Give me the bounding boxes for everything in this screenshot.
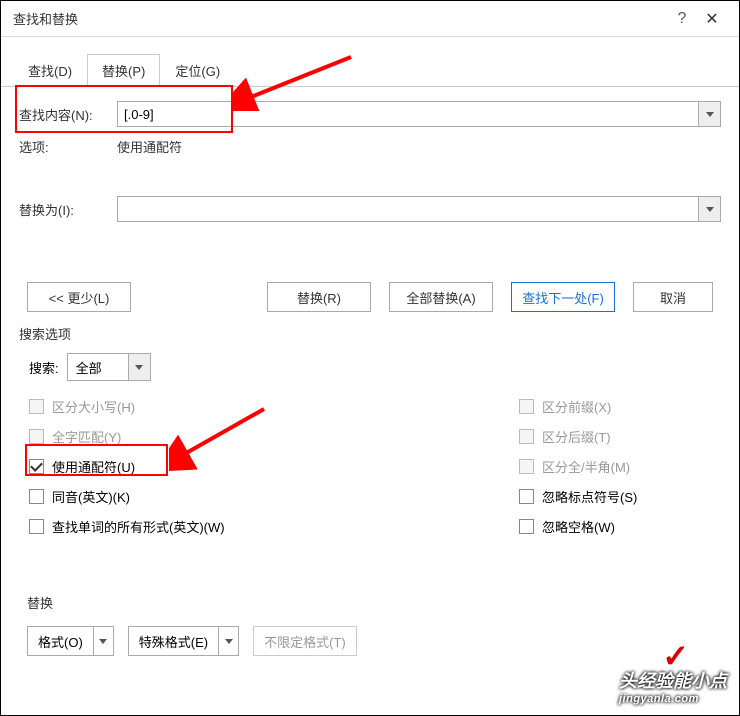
check-ignore-spaces[interactable]: 忽略空格(W): [519, 511, 721, 541]
check-label: 查找单词的所有形式(英文)(W): [52, 517, 225, 536]
checkbox-column-right: 区分前缀(X) 区分后缀(T) 区分全/半角(M) 忽略标点符号(S) 忽略空格…: [519, 391, 721, 541]
check-ignore-punctuation[interactable]: 忽略标点符号(S): [519, 481, 721, 511]
watermark-main: 头经验能小点: [619, 671, 727, 691]
format-label: 格式(O): [28, 632, 93, 651]
check-whole-word: 全字匹配(Y): [29, 421, 519, 451]
search-options-section: 搜索选项 搜索: 全部 区分大小写(H) 全字匹配(Y): [19, 324, 721, 541]
check-label: 同音(英文)(K): [52, 487, 130, 506]
no-format-label: 不限定格式(T): [254, 632, 356, 651]
find-label: 查找内容(N):: [19, 105, 117, 124]
find-row: 查找内容(N): [.0-9]: [19, 101, 721, 127]
search-direction-dropdown[interactable]: [128, 354, 150, 380]
special-label: 特殊格式(E): [129, 632, 218, 651]
search-direction-value: 全部: [68, 358, 128, 377]
checkbox-icon: [29, 429, 44, 444]
check-full-half-width: 区分全/半角(M): [519, 451, 721, 481]
close-icon[interactable]: ✕: [697, 9, 727, 29]
checkbox-icon: [519, 399, 534, 414]
main-panel: 查找内容(N): [.0-9] 选项: 使用通配符 替换为(I): << 更少(…: [1, 87, 739, 670]
button-row: << 更少(L) 替换(R) 全部替换(A) 查找下一处(F) 取消: [19, 282, 721, 312]
search-options-title: 搜索选项: [19, 324, 721, 343]
check-word-forms[interactable]: 查找单词的所有形式(英文)(W): [29, 511, 519, 541]
options-value: 使用通配符: [117, 137, 182, 156]
replace-label: 替换为(I):: [19, 200, 117, 219]
no-format-button: 不限定格式(T): [253, 626, 357, 656]
cancel-button[interactable]: 取消: [633, 282, 713, 312]
find-dropdown-button[interactable]: [698, 102, 720, 126]
replace-dropdown-button[interactable]: [698, 197, 720, 221]
checkbox-icon[interactable]: [519, 489, 534, 504]
check-label: 区分前缀(X): [542, 397, 611, 416]
check-label: 区分大小写(H): [52, 397, 135, 416]
check-label: 使用通配符(U): [52, 457, 135, 476]
titlebar: 查找和替换 ? ✕: [1, 1, 739, 37]
replace-section-title: 替换: [27, 593, 713, 612]
format-button[interactable]: 格式(O): [27, 626, 114, 656]
checkbox-icon: [519, 429, 534, 444]
check-suffix: 区分后缀(T): [519, 421, 721, 451]
watermark: 头经验能小点 jingyanla.com: [619, 667, 727, 705]
tab-replace[interactable]: 替换(P): [87, 54, 160, 87]
options-row: 选项: 使用通配符: [19, 137, 721, 156]
check-label: 忽略标点符号(S): [542, 487, 637, 506]
checkbox-icon[interactable]: [519, 519, 534, 534]
check-label: 全字匹配(Y): [52, 427, 121, 446]
options-label: 选项:: [19, 137, 117, 156]
search-direction-row: 搜索: 全部: [29, 353, 721, 381]
search-direction-select[interactable]: 全部: [67, 353, 151, 381]
replace-input-combo[interactable]: [117, 196, 721, 222]
replace-section: 替换 格式(O) 特殊格式(E) 不限定格式(T): [19, 593, 721, 656]
replace-row: 替换为(I):: [19, 196, 721, 222]
replace-input[interactable]: [118, 197, 698, 221]
dropdown-arrow-icon: [218, 627, 238, 655]
chevron-down-icon: [706, 207, 714, 212]
check-prefix: 区分前缀(X): [519, 391, 721, 421]
checkbox-icon: [29, 399, 44, 414]
checkbox-icon[interactable]: [29, 459, 44, 474]
tab-goto[interactable]: 定位(G): [160, 54, 235, 87]
find-input[interactable]: [.0-9]: [118, 102, 698, 126]
watermark-sub: jingyanla.com: [619, 693, 727, 705]
checkbox-icon[interactable]: [29, 519, 44, 534]
tab-find[interactable]: 查找(D): [13, 54, 87, 87]
find-input-combo[interactable]: [.0-9]: [117, 101, 721, 127]
find-next-button[interactable]: 查找下一处(F): [511, 282, 615, 312]
search-direction-label: 搜索:: [29, 358, 59, 377]
check-sounds-like[interactable]: 同音(英文)(K): [29, 481, 519, 511]
checkbox-columns: 区分大小写(H) 全字匹配(Y) 使用通配符(U) 同音(英文)(K) 查找单词…: [29, 391, 721, 541]
check-match-case: 区分大小写(H): [29, 391, 519, 421]
checkbox-column-left: 区分大小写(H) 全字匹配(Y) 使用通配符(U) 同音(英文)(K) 查找单词…: [29, 391, 519, 541]
less-button[interactable]: << 更少(L): [27, 282, 131, 312]
help-icon[interactable]: ?: [667, 10, 697, 28]
chevron-down-icon: [135, 365, 143, 370]
check-label: 忽略空格(W): [542, 517, 615, 536]
bottom-buttons: 格式(O) 特殊格式(E) 不限定格式(T): [27, 626, 713, 656]
checkbox-icon: [519, 459, 534, 474]
replace-button[interactable]: 替换(R): [267, 282, 371, 312]
special-button[interactable]: 特殊格式(E): [128, 626, 239, 656]
check-label: 区分后缀(T): [542, 427, 611, 446]
dropdown-arrow-icon: [93, 627, 113, 655]
checkbox-icon[interactable]: [29, 489, 44, 504]
window-title: 查找和替换: [13, 9, 667, 28]
replace-all-button[interactable]: 全部替换(A): [389, 282, 493, 312]
check-label: 区分全/半角(M): [542, 457, 630, 476]
tab-bar: 查找(D) 替换(P) 定位(G): [1, 53, 739, 87]
check-use-wildcards[interactable]: 使用通配符(U): [29, 451, 519, 481]
chevron-down-icon: [706, 112, 714, 117]
